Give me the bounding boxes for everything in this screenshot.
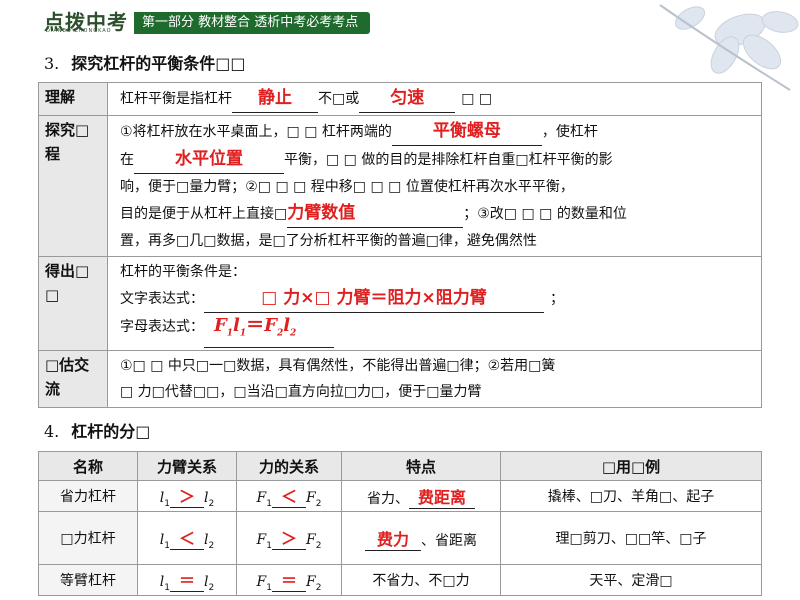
answer-blank: 平衡螺母 — [391, 118, 542, 146]
section-4-title: 4. 杠杆的分□ — [44, 418, 150, 442]
text: 平衡，□ □ 做的目的是排除杠杆自重□杠杆平衡的影 — [284, 152, 613, 168]
header-force-relation: 力的关系 — [236, 451, 342, 481]
row-conclusion: 得出□ □ 杠杆的平衡条件是： 文字表达式： □ 力×□ 力臂＝阻力×阻力臂 ； 字… — [38, 256, 762, 351]
answer-arm-value: 力臂数值 — [287, 203, 356, 223]
text: □ □ — [461, 91, 493, 107]
answer-horizontal: 水平位置 — [175, 149, 243, 169]
row-content: ①将杠杆放在水平桌面上，□ □ 杠杆两端的 平衡螺母 ，使杠杆 在 水平位置 平衡，□ … — [107, 115, 762, 257]
lever-name: □力杠杆 — [38, 511, 138, 565]
text: 字母表达式： — [120, 319, 204, 335]
text: 文字表达式： — [120, 291, 204, 307]
arm-relation: l1 ＝ l2 — [137, 564, 237, 596]
answer-blank: □ 力×□ 力臂＝阻力×阻力臂 — [204, 285, 544, 313]
header-feature: 特点 — [341, 451, 501, 481]
table-row: 等臂杠杆 l1 ＝ l2 F1 ＝ F2 不省力、不□力 天平、定滑□ — [38, 564, 762, 596]
banner-text: 第一部分 教材整合 透析中考必考考点 — [134, 12, 371, 34]
row-label: 理解 — [38, 82, 108, 116]
lever-classification-table: 名称 力臂关系 力的关系 特点 □用□例 省力杠杆 l1 ＞ l2 F1 ＜ F2 省力… — [38, 451, 762, 596]
force-relation: F1 ＞ F2 — [236, 511, 342, 565]
answer-blank: 水平位置 — [134, 146, 284, 174]
row-content: ①□ □ 中只□一□数据，具有偶然性，不能得出普遍□律；②若用□簧 □ 力□代替… — [107, 349, 762, 408]
section-4-number: 4. — [44, 422, 60, 441]
text: □ 力□代替□□，□当沿□直方向拉□力□，便于□量力臂 — [120, 383, 482, 400]
feature: 费力 、省距离 — [341, 511, 501, 565]
text: 不□或 — [318, 91, 360, 107]
answer-blank: 静止 — [232, 85, 318, 113]
answer-blank: F1l1＝F2l2 — [204, 313, 334, 348]
row-label: □估交流 — [38, 349, 108, 408]
answer-uniform: 匀速 — [390, 88, 425, 108]
text: ①将杠杆放在水平桌面上，□ □ 杠杆两端的 — [120, 124, 392, 140]
balance-condition-table: 理解 杠杆平衡是指杠杆 静止 不□或 匀速 □ □ 探究□程 ①将杠杆放在水平桌面上，□… — [38, 82, 762, 408]
row-explore: 探究□程 ①将杠杆放在水平桌面上，□ □ 杠杆两端的 平衡螺母 ，使杠杆 在 水平位置… — [38, 115, 762, 257]
section-3-heading: 探究杠杆的平衡条件□□ — [71, 54, 246, 73]
logo: 点拨中考 DIANBO ZHONGKAO — [42, 6, 134, 34]
text: 在 — [120, 152, 134, 168]
answer-blank: 力臂数值 — [287, 200, 464, 228]
arm-relation: l1 ＜ l2 — [137, 511, 237, 565]
text: 置，再多□几□数据，是□了分析杠杆平衡的普遍□律，避免偶然性 — [120, 233, 537, 249]
row-evaluate: □估交流 ①□ □ 中只□一□数据，具有偶然性，不能得出普遍□律；②若用□簧 □… — [38, 349, 762, 408]
section-3-number: 3. — [44, 54, 60, 73]
examples: 撬棒、□刀、羊角□、起子 — [500, 480, 762, 512]
answer-balance-nut: 平衡螺母 — [432, 121, 501, 141]
lever-name: 省力杠杆 — [38, 480, 138, 512]
text: ①□ □ 中只□一□数据，具有偶然性，不能得出普遍□律；②若用□簧 — [120, 357, 556, 374]
feature: 不省力、不□力 — [341, 564, 501, 596]
feature: 省力、 费距离 — [341, 480, 501, 512]
row-content: 杠杆的平衡条件是： 文字表达式： □ 力×□ 力臂＝阻力×阻力臂 ； 字母表达式： F… — [107, 256, 762, 351]
row-understand: 理解 杠杆平衡是指杠杆 静止 不□或 匀速 □ □ — [38, 82, 762, 116]
answer-static: 静止 — [258, 88, 292, 108]
answer-word-formula: □ 力×□ 力臂＝阻力×阻力臂 — [261, 288, 487, 308]
row-label: 得出□ □ — [38, 256, 108, 351]
table-row: □力杠杆 l1 ＜ l2 F1 ＞ F2 费力 、省距离 理□剪刀、□□竿、□子 — [38, 511, 762, 565]
header-examples: □用□例 — [500, 451, 762, 481]
answer-letter-formula: F1l1＝F2l2 — [214, 315, 297, 339]
header-name: 名称 — [38, 451, 138, 481]
text: 目的是便于从杠杆上直接□ — [120, 206, 288, 222]
text: 杠杆平衡是指杠杆 — [120, 91, 232, 107]
text: 响，便于□量力臂；②□ □ □ 程中移□ □ □ 位置使杠杆再次水平平衡， — [120, 179, 574, 195]
text: 杠杆的平衡条件是： — [120, 264, 246, 280]
row-content: 杠杆平衡是指杠杆 静止 不□或 匀速 □ □ — [107, 82, 762, 116]
text: ； — [550, 291, 564, 307]
table-row: 省力杠杆 l1 ＞ l2 F1 ＜ F2 省力、 费距离 撬棒、□刀、羊角□、起子 — [38, 480, 762, 512]
examples: 天平、定滑□ — [500, 564, 762, 596]
header-banner: 点拨中考 DIANBO ZHONGKAO 第一部分 教材整合 透析中考必考考点 — [42, 10, 371, 34]
logo-subtitle: DIANBO ZHONGKAO — [46, 28, 112, 34]
force-relation: F1 ＝ F2 — [236, 564, 342, 596]
answer-blank: 匀速 — [359, 85, 456, 113]
table-header-row: 名称 力臂关系 力的关系 特点 □用□例 — [38, 451, 762, 481]
header-arm-relation: 力臂关系 — [137, 451, 237, 481]
row-label: 探究□程 — [38, 115, 108, 257]
section-3-title: 3. 探究杠杆的平衡条件□□ — [44, 50, 246, 74]
arm-relation: l1 ＞ l2 — [137, 480, 237, 512]
lever-name: 等臂杠杆 — [38, 564, 138, 596]
text: ，使杠杆 — [541, 124, 598, 140]
examples: 理□剪刀、□□竿、□子 — [500, 511, 762, 565]
section-4-heading: 杠杆的分□ — [71, 422, 151, 441]
text: ；③改□ □ □ 的数量和位 — [463, 206, 627, 222]
force-relation: F1 ＜ F2 — [236, 480, 342, 512]
